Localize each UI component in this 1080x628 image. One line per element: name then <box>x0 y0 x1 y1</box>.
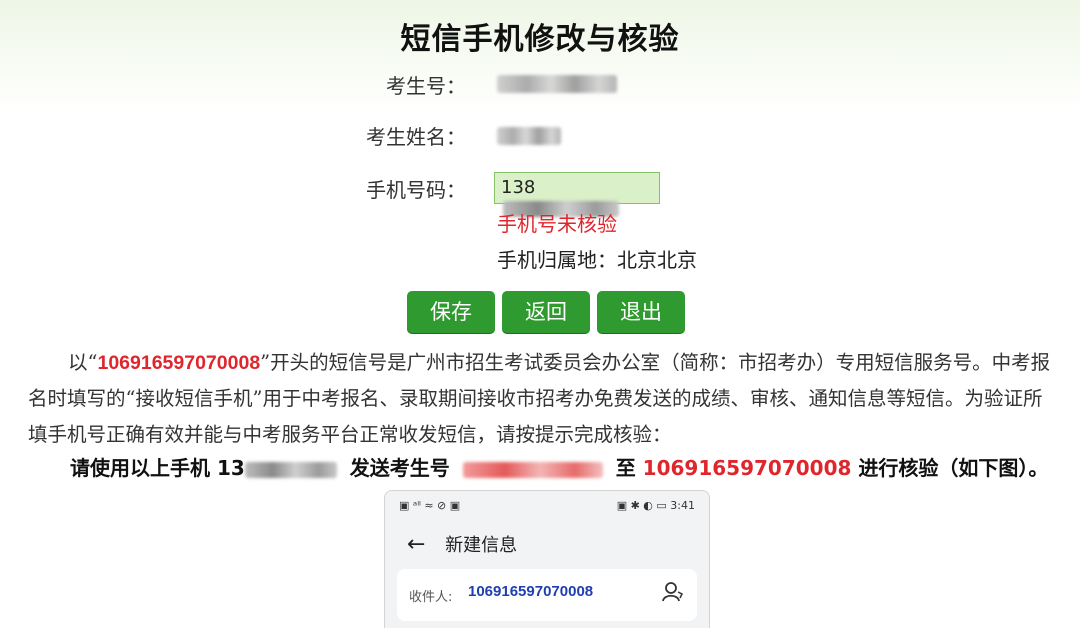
instr-sms-number: 106916597070008 <box>642 456 852 480</box>
exam-id-value-redacted <box>497 75 617 93</box>
instr-phone-redacted <box>244 461 337 478</box>
verification-instruction: 请使用以上手机 13 发送考生号 至 106916597070008 进行核验（… <box>70 452 1048 481</box>
status-left-icons: ▣ ᵃˡˡ ≈ ⊘ ▣ <box>399 499 461 512</box>
recipient-label: 收件人: <box>409 590 453 605</box>
notice-paragraph: 以“106916597070008”开头的短信号是广州市招生考试委员会办公室（简… <box>28 345 1058 453</box>
phone-status: 手机号未核验 <box>497 212 617 236</box>
back-arrow-icon: ← <box>407 532 426 557</box>
page-title: 短信手机修改与核验 <box>400 22 680 57</box>
name-value-redacted <box>497 127 561 145</box>
instr-part-b: 发送考生号 <box>349 456 450 480</box>
recipient-card: 收件人: 106916597070008 <box>397 569 697 621</box>
phone-input[interactable]: 138 <box>494 172 660 217</box>
sms-service-number: 106916597070008 <box>97 352 261 374</box>
phone-nav-title: 新建信息 <box>445 535 518 556</box>
back-button[interactable]: 返回 <box>502 291 590 333</box>
phone-input-value: 138 <box>501 177 536 198</box>
phone-screenshot: ▣ ᵃˡˡ ≈ ⊘ ▣ ▣ ✱ ◐ ▭ 3:41 ← 新建信息 收件人: 106… <box>384 490 710 628</box>
phone-location: 手机归属地：北京北京 <box>497 248 697 272</box>
phone-status-bar: ▣ ᵃˡˡ ≈ ⊘ ▣ ▣ ✱ ◐ ▭ 3:41 <box>399 499 695 515</box>
name-label: 考生姓名： <box>366 125 466 149</box>
status-right-icons: ▣ ✱ ◐ ▭ 3:41 <box>616 499 695 512</box>
notice-pre: 以“ <box>68 351 98 374</box>
instr-part-c: 至 <box>615 456 636 480</box>
phone-nav-bar: ← 新建信息 <box>407 531 517 557</box>
instr-part-a: 请使用以上手机 13 <box>70 456 245 480</box>
contact-person-icon <box>661 581 684 607</box>
exam-id-label: 考生号： <box>386 74 466 98</box>
recipient-number: 106916597070008 <box>468 583 594 600</box>
instr-part-d: 进行核验（如下图）。 <box>858 456 1049 480</box>
exit-button[interactable]: 退出 <box>597 291 685 333</box>
instr-exam-id-redacted <box>462 461 603 478</box>
phone-label: 手机号码： <box>366 178 466 202</box>
save-button[interactable]: 保存 <box>407 291 495 333</box>
